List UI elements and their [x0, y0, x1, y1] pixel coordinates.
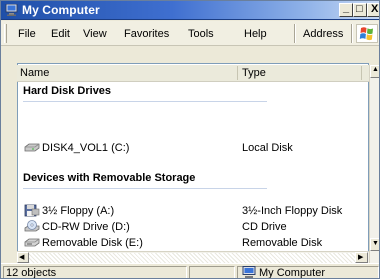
toolbar-separator [294, 24, 296, 43]
maximize-button[interactable]: □ [353, 3, 367, 17]
group-header-removable-storage: Devices with Removable Storage [23, 172, 196, 184]
scroll-thumb[interactable] [29, 253, 355, 263]
windows-flag-icon [359, 27, 373, 41]
status-location: My Computer [259, 267, 326, 279]
menu-view[interactable]: View [83, 28, 107, 40]
arrow-right-icon: ▶ [358, 254, 364, 261]
item-name: CD-RW Drive (D:) [42, 221, 130, 233]
column-header-type[interactable]: Type [242, 67, 266, 79]
scroll-up-button[interactable]: ▲ [370, 65, 379, 78]
toolbar-separator [351, 24, 353, 43]
group-divider [23, 188, 267, 189]
column-header-row: Name Type [17, 65, 369, 82]
removable-disk-icon [24, 238, 40, 247]
status-pane-empty [189, 266, 235, 278]
minimize-icon: _ [343, 2, 350, 14]
close-icon: X [371, 3, 379, 15]
maximize-icon: □ [356, 3, 363, 15]
title-bar[interactable]: My Computer _ □ X [1, 1, 379, 20]
minimize-button[interactable]: _ [339, 2, 353, 17]
horizontal-scrollbar[interactable]: ◀ ▶ [17, 251, 369, 263]
floppy-drive-icon [24, 204, 40, 217]
my-computer-window: My Computer _ □ X File Edit View Favorit… [0, 0, 380, 279]
window-title: My Computer [22, 3, 100, 17]
arrow-up-icon: ▲ [372, 66, 379, 73]
hard-disk-icon [24, 143, 40, 152]
arrow-left-icon: ◀ [19, 254, 25, 261]
address-bar-label[interactable]: Address [303, 28, 343, 40]
item-type: CD Drive [242, 221, 287, 233]
item-type: Local Disk [242, 142, 293, 154]
menu-tools[interactable]: Tools [188, 28, 214, 40]
menu-help[interactable]: Help [244, 28, 267, 40]
cd-drive-icon [24, 220, 40, 232]
menu-favorites[interactable]: Favorites [124, 28, 169, 40]
computer-icon [242, 266, 256, 278]
status-bar: 12 objects My Computer [1, 263, 379, 279]
arrow-down-icon: ▼ [372, 240, 379, 247]
close-button[interactable]: X [367, 3, 379, 17]
menu-file[interactable]: File [18, 28, 36, 40]
group-header-hard-disk-drives: Hard Disk Drives [23, 85, 112, 97]
column-divider[interactable] [237, 66, 238, 80]
item-name: Removable Disk (E:) [42, 237, 143, 249]
computer-icon [5, 4, 18, 16]
scroll-left-button[interactable]: ◀ [17, 252, 29, 263]
windows-logo [356, 24, 378, 43]
item-name: DISK4_VOL1 (C:) [42, 142, 130, 154]
toolbar-grip[interactable] [4, 24, 7, 43]
column-header-name[interactable]: Name [20, 67, 49, 79]
menu-edit[interactable]: Edit [51, 28, 70, 40]
menu-bar: File Edit View Favorites Tools Help Addr… [1, 21, 379, 46]
vertical-scrollbar[interactable]: ▲ ▼ [369, 65, 379, 263]
scroll-right-button[interactable]: ▶ [355, 252, 368, 263]
item-type: 3½-Inch Floppy Disk [242, 205, 343, 217]
scroll-down-button[interactable]: ▼ [370, 238, 379, 251]
group-divider [23, 101, 267, 102]
item-name: 3½ Floppy (A:) [42, 205, 115, 217]
object-count: 12 objects [6, 267, 57, 279]
item-type: Removable Disk [242, 237, 323, 249]
column-divider[interactable] [361, 66, 362, 80]
